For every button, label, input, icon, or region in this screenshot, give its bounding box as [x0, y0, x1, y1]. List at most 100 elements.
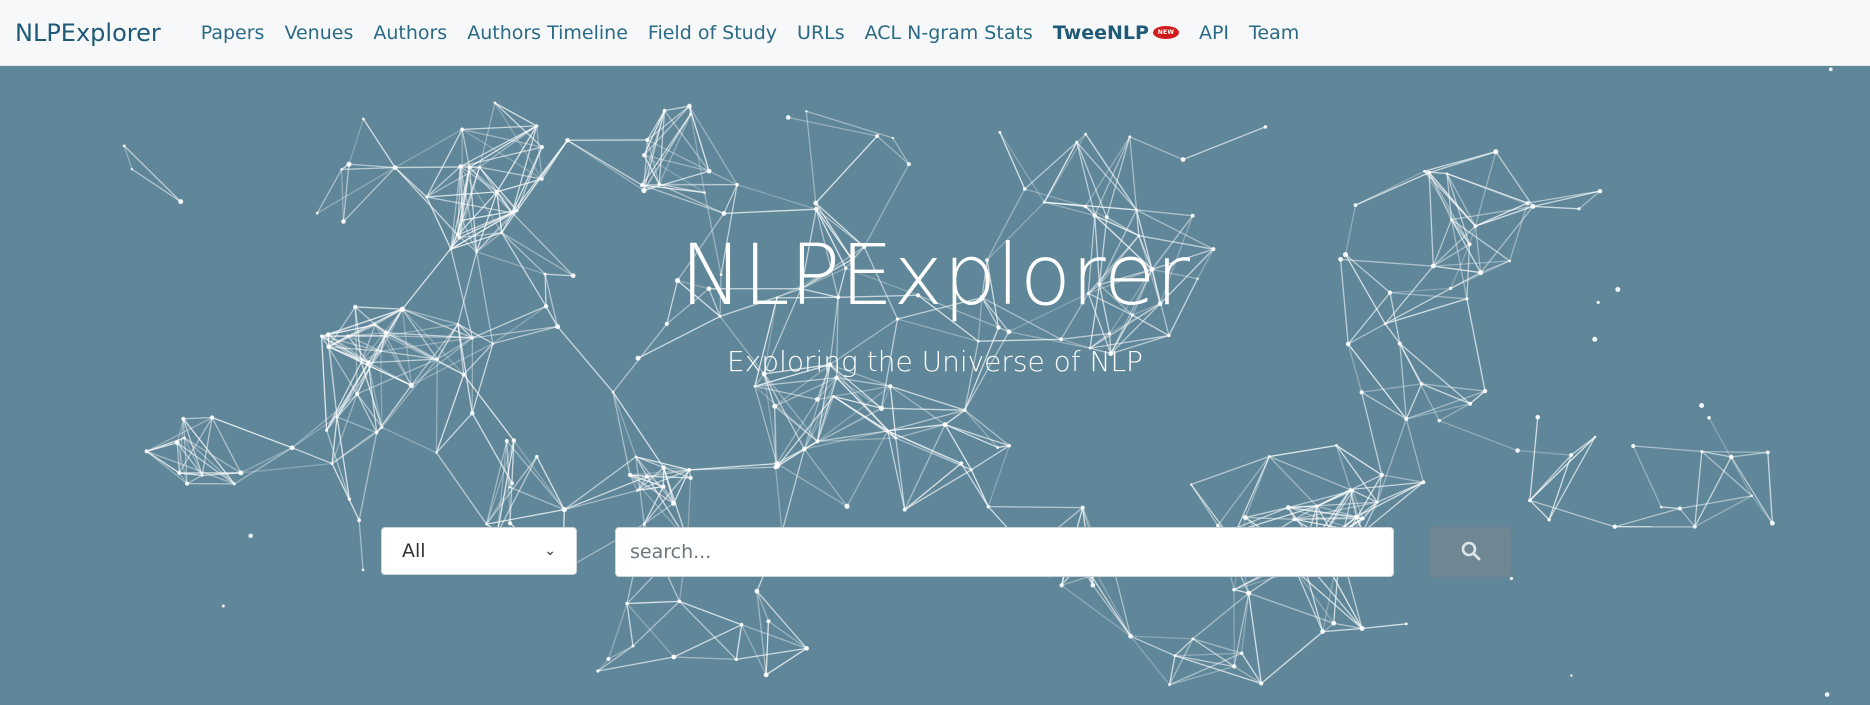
network-node — [1535, 414, 1541, 420]
network-edge — [131, 168, 182, 203]
network-edge — [964, 409, 999, 448]
network-node — [1231, 664, 1237, 669]
network-edge — [1248, 592, 1334, 624]
nav-link-acl-ngram-stats[interactable]: ACL N-gram Stats — [855, 22, 1043, 44]
network-node — [1263, 125, 1268, 129]
network-node — [477, 165, 481, 169]
network-edge — [362, 118, 396, 168]
network-node — [1824, 692, 1830, 697]
network-edge — [1361, 623, 1407, 630]
network-edge — [340, 169, 345, 222]
network-edge — [291, 447, 333, 465]
network-edge — [1322, 627, 1363, 633]
network-edge — [1192, 592, 1250, 640]
brand-logo-link[interactable]: NLPExplorer — [15, 19, 161, 47]
network-background — [122, 67, 1833, 697]
network-edge — [1130, 635, 1171, 686]
network-node — [1612, 524, 1617, 529]
nav-link-venues[interactable]: Venues — [274, 22, 363, 44]
network-edge — [1233, 665, 1262, 685]
network-edge — [1361, 391, 1407, 420]
network-edge — [1174, 638, 1194, 657]
nav-link-field-of-study[interactable]: Field of Study — [638, 22, 787, 44]
network-node — [813, 200, 819, 206]
network-edge — [776, 440, 818, 465]
nav-link-urls[interactable]: URLs — [787, 22, 855, 44]
network-edge — [632, 600, 680, 647]
network-node — [511, 438, 517, 443]
network-nodes — [122, 67, 1833, 697]
network-node — [641, 187, 647, 194]
network-node — [642, 522, 646, 526]
nav-link-team[interactable]: Team — [1239, 22, 1309, 44]
top-navbar: NLPExplorer Papers Venues Authors Author… — [0, 0, 1870, 66]
network-edge — [435, 412, 473, 454]
network-node — [906, 162, 911, 167]
network-node — [534, 124, 539, 128]
network-node — [373, 323, 377, 327]
network-edge — [234, 447, 293, 485]
nav-link-authors[interactable]: Authors — [363, 22, 457, 44]
network-edge — [348, 163, 396, 169]
network-node — [456, 322, 460, 326]
category-select[interactable]: All ⌄ — [381, 527, 577, 575]
network-edge — [1169, 665, 1235, 686]
network-edge — [1632, 445, 1662, 508]
network-node — [209, 415, 215, 420]
network-edges — [123, 102, 1774, 686]
nav-link-tweenlp[interactable]: TweeNLP NEW — [1043, 22, 1189, 44]
network-node — [340, 168, 343, 171]
network-edge — [964, 409, 1010, 447]
network-node — [1699, 402, 1705, 408]
network-edge — [381, 426, 437, 454]
nav-item-papers: Papers — [191, 22, 275, 44]
nav-item-venues: Venues — [274, 22, 363, 44]
network-node — [1379, 472, 1384, 478]
network-edge — [673, 656, 737, 661]
network-edge — [890, 385, 965, 411]
network-node — [832, 395, 835, 398]
network-node — [469, 410, 475, 416]
network-node — [1445, 172, 1449, 175]
network-node — [130, 167, 134, 171]
network-edge — [999, 132, 1045, 203]
network-edge — [1295, 570, 1363, 629]
network-edge — [1361, 383, 1422, 393]
network-edge — [736, 647, 807, 661]
network-node — [735, 182, 739, 187]
network-node — [996, 445, 1000, 449]
nav-link-papers[interactable]: Papers — [191, 22, 275, 44]
network-node — [458, 164, 463, 169]
nav-link-api[interactable]: API — [1189, 22, 1239, 44]
search-button[interactable] — [1430, 527, 1511, 577]
network-edge — [887, 430, 972, 471]
network-edge — [815, 135, 878, 204]
network-node — [177, 470, 182, 476]
network-node — [1128, 135, 1132, 139]
network-edge — [1168, 638, 1194, 686]
network-node — [1570, 674, 1573, 677]
network-node — [289, 445, 295, 451]
network-edge — [435, 374, 465, 453]
network-node — [1437, 418, 1441, 423]
network-node — [122, 144, 126, 148]
network-edge — [426, 165, 461, 198]
network-edge — [1381, 474, 1424, 483]
nav-link-authors-timeline[interactable]: Authors Timeline — [457, 22, 638, 44]
network-node — [361, 568, 365, 572]
network-edge — [765, 647, 808, 676]
network-node — [1765, 450, 1770, 455]
network-node — [1450, 218, 1453, 221]
network-node — [540, 177, 544, 181]
network-edge — [211, 416, 293, 449]
network-node — [739, 622, 744, 627]
network-node — [1334, 444, 1338, 448]
network-node — [631, 644, 635, 648]
network-edge — [1335, 445, 1352, 490]
network-edge — [1701, 450, 1768, 454]
network-edge — [892, 137, 910, 165]
network-edge — [1701, 451, 1753, 497]
network-edge — [1268, 456, 1318, 507]
search-input[interactable] — [615, 527, 1394, 577]
network-node — [606, 656, 611, 662]
